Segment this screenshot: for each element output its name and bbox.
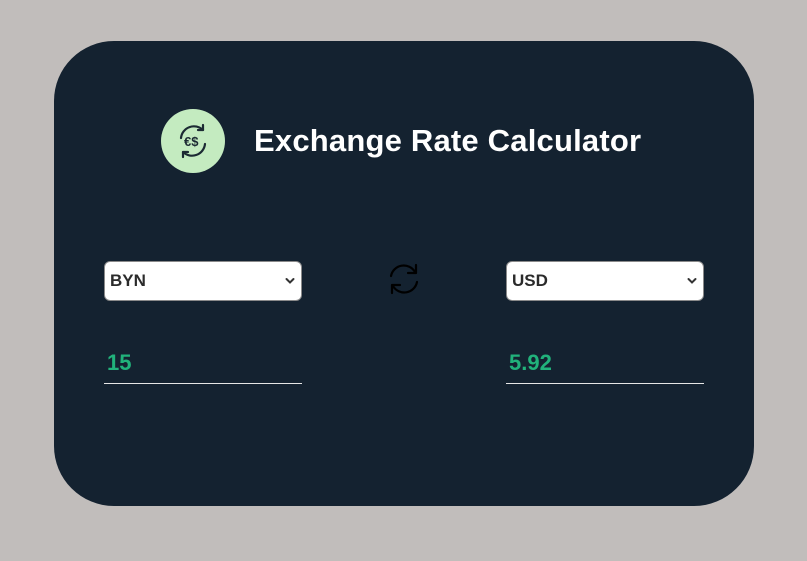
to-currency-select[interactable]: USD bbox=[506, 261, 704, 301]
to-amount-field[interactable]: 5.92 bbox=[506, 341, 704, 384]
to-currency-value: USD bbox=[512, 271, 548, 290]
svg-text:€$: €$ bbox=[184, 134, 199, 149]
from-amount-value: 15 bbox=[107, 350, 132, 375]
calculator-card: €$ Exchange Rate Calculator BYN USD 15 5… bbox=[54, 41, 754, 506]
from-amount-input[interactable]: 15 bbox=[104, 341, 302, 384]
header: €$ Exchange Rate Calculator bbox=[161, 109, 641, 173]
to-amount-value: 5.92 bbox=[509, 350, 552, 375]
from-currency-select[interactable]: BYN bbox=[104, 261, 302, 301]
chevron-down-icon bbox=[285, 276, 295, 286]
swap-arrows-icon bbox=[385, 260, 423, 303]
from-currency-value: BYN bbox=[110, 271, 146, 290]
chevron-down-icon bbox=[687, 276, 697, 286]
swap-currencies-button[interactable] bbox=[384, 261, 424, 301]
currency-exchange-icon: €$ bbox=[161, 109, 225, 173]
page-title: Exchange Rate Calculator bbox=[254, 123, 642, 158]
